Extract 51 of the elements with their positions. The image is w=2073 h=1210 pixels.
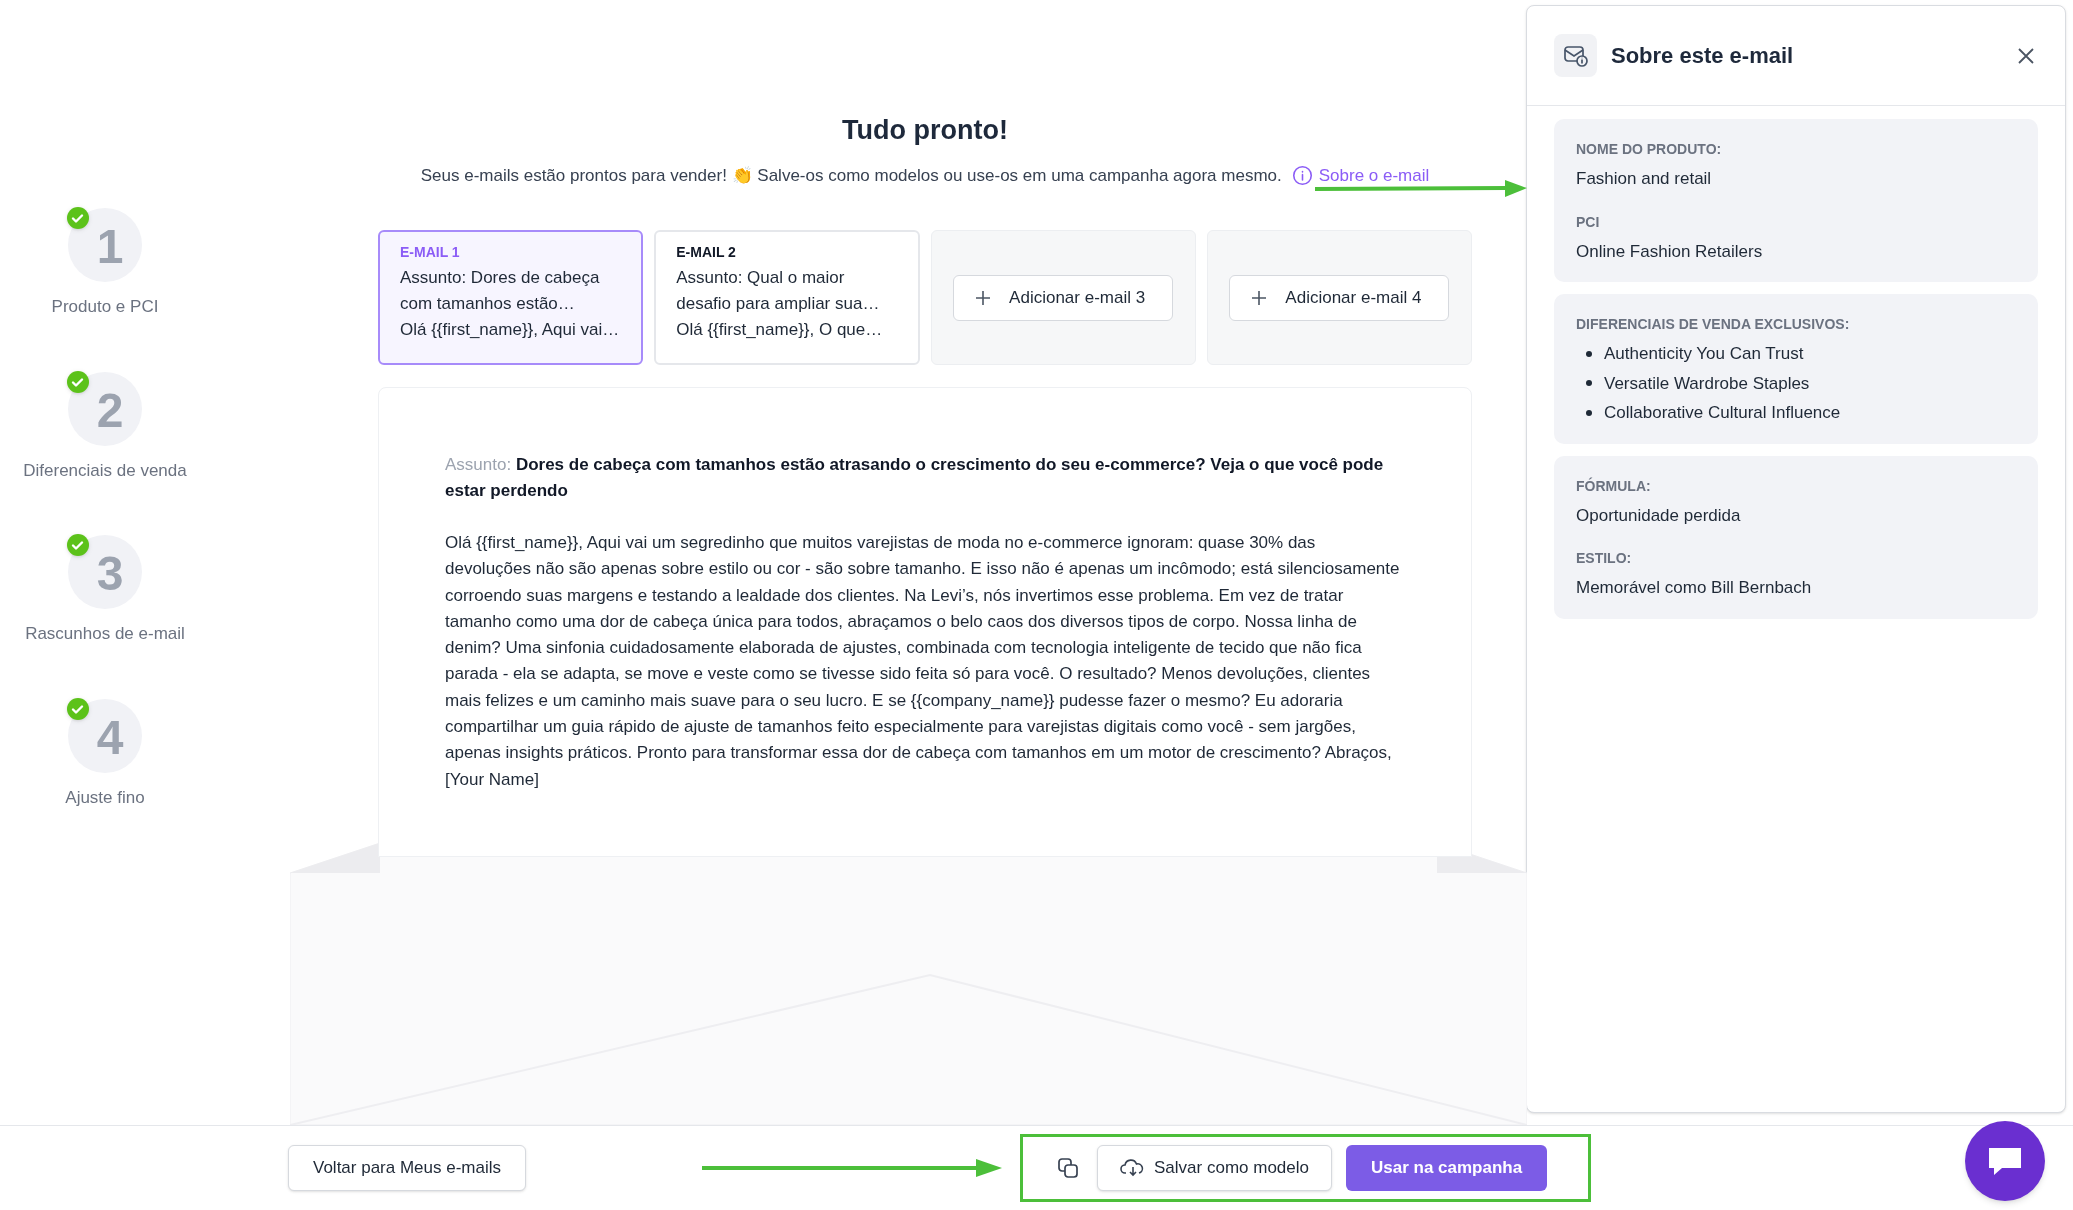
close-icon	[2017, 46, 2035, 65]
info-label: ESTILO:	[1576, 549, 1633, 568]
subtitle: Seus e-mails estão prontos para vender! 👏 Salve-os como modelos ou use-os em uma campanha agora mesmo.	[420, 164, 1282, 187]
email-tab-preview: Olá {{first_name}}, O que…	[676, 319, 884, 341]
cloud-download-icon	[1120, 1158, 1145, 1178]
add-email-button[interactable]: Adicionar e-mail 4	[1229, 274, 1450, 321]
panel-title: Sobre este e-mail	[1611, 42, 1795, 70]
save-template-button[interactable]: Salvar como modelo	[1097, 1145, 1332, 1191]
info-label: PCI	[1576, 212, 1601, 232]
info-value: Oportunidade perdida	[1576, 504, 1742, 527]
info-value: Fashion and retail	[1576, 168, 1713, 190]
add-email-button[interactable]: Adicionar e-mail 3	[953, 274, 1174, 321]
info-list-item: Collaborative Cultural Influence	[1604, 402, 1841, 424]
email-tab-label: E-MAIL 1	[400, 243, 461, 262]
about-email-link[interactable]: Sobre o e-mail	[1291, 162, 1430, 188]
plus-icon	[974, 288, 993, 307]
email-tab[interactable]: E-MAIL 1 Assunto: Dores de cabeça com tamanhos estão… Olá {{first_name}}, Aqui vai…	[378, 230, 644, 365]
email-tab-subject: Assunto: Qual o maior desafio para ampliar sua…	[676, 267, 881, 315]
bullet-icon	[1586, 350, 1592, 357]
step-number: 4	[96, 713, 124, 762]
info-list-item: Versatile Wardrobe Staples	[1604, 372, 1810, 395]
email-tab-subject: Assunto: Dores de cabeça com tamanhos estão…	[400, 267, 601, 315]
chat-bubble-icon	[1986, 1145, 2024, 1177]
info-icon	[1291, 164, 1313, 186]
step-label[interactable]: Ajuste fino	[65, 784, 145, 810]
info-list-item: Authenticity You Can Trust	[1604, 343, 1804, 365]
chat-button[interactable]	[1965, 1121, 2045, 1201]
bullet-icon	[1586, 380, 1592, 387]
bullet-icon	[1586, 409, 1592, 416]
plus-icon	[1250, 288, 1269, 307]
copy-icon	[1057, 1157, 1080, 1179]
email-body: Olá {{first_name}}, Aqui vai um segredinho que muitos varejistas de moda no e-commerce ignoram: quase 30% das devoluções não são apenas sobre estilo ou cor - são sobre tamanho. E isso não é apenas um incômodo; está silenciosamente corroendo suas margens e testando a lealdade dos clientes. Na Levi’s, nós invertimos esse problema. Em vez de tratar tamanho como uma dor de cabeça única para todos, abraçamos o belo caos dos diversos tipos de corpo. Nossa linha de denim? Uma sinfonia cuidadosamente elaborada de ajustes, combinada com tecnologia inteligente de tecido que não fica parada - ela se adapta, se move e veste como se tivesse sido feita só para você. O resultado? Menos devoluções, clientes mais felizes e um caminho mais suave para o seu lucro. E se {{company_name}} pudesse fazer o mesmo? Eu adoraria compartilhar um guia rápido de ajuste de tamanhos feito especialmente para varejistas digitais como você - sem jargões, apenas insights práticos. Pronto para transformar essa dor de cabeça com tamanhos em um motor de crescimento? Abraços, [Your Name]	[445, 532, 1401, 791]
step-number: 1	[96, 223, 124, 271]
email-tab-preview: Olá {{first_name}}, Aqui vai…	[400, 319, 621, 341]
info-value: Memorável como Bill Bernbach	[1576, 577, 1813, 599]
email-tab[interactable]: E-MAIL 2 Assunto: Qual o maior desafio para ampliar sua… Olá {{first_name}}, O que…	[654, 230, 920, 365]
page-title: Tudo pronto!	[842, 114, 1008, 147]
info-label: DIFERENCIAIS DE VENDA EXCLUSIVOS:	[1576, 315, 1851, 334]
email-tab-label: E-MAIL 2	[676, 243, 737, 262]
back-button[interactable]: Voltar para Meus e-mails	[288, 1145, 527, 1191]
info-label: FÓRMULA:	[1576, 476, 1652, 496]
step-label[interactable]: Produto e PCI	[51, 294, 159, 320]
step-number: 3	[96, 550, 124, 598]
info-label: NOME DO PRODUTO:	[1576, 140, 1723, 159]
email-subject: Assunto: Dores de cabeça com tamanhos estão atrasando o crescimento do seu e-commerce? Veja o que você pode estar perdendo	[445, 454, 1385, 502]
info-value: Online Fashion Retailers	[1576, 240, 1764, 263]
use-campaign-button[interactable]: Usar na campanha	[1346, 1145, 1548, 1191]
mail-info-icon	[1554, 34, 1597, 77]
step-number: 2	[96, 386, 124, 435]
step-label[interactable]: Diferenciais de venda	[23, 457, 187, 483]
step-label[interactable]: Rascunhos de e-mail	[25, 621, 185, 647]
